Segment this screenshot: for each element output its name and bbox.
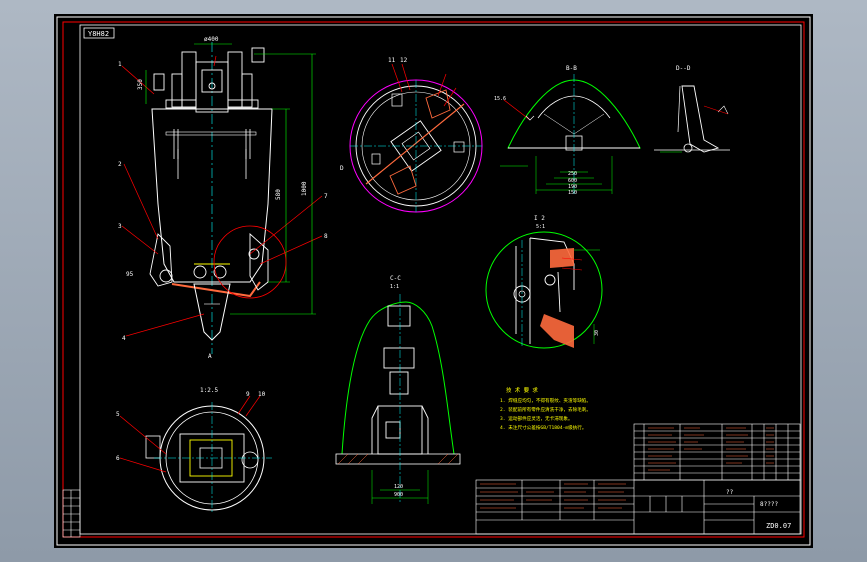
code-box-text: Y8H82 [88, 30, 109, 38]
note-3: 3. 运动部件应灵活，无卡滞现象。 [500, 415, 573, 422]
main-view: 1 2 3 4 7 8 580 1000 350 ø400 95 A [118, 36, 328, 360]
section-c-view: C-C 1:1 900 120 [335, 275, 461, 504]
cad-viewer: Y8H82 1 2 3 4 7 8 580 1000 350 ø400 95 A… [0, 0, 867, 562]
detail-view: I 2 5:1 30 [485, 215, 603, 349]
part-num-9: 9 [246, 391, 250, 398]
title-text: 8???? [760, 501, 778, 508]
section-b-view: B-B 250 600 190 150 15.6 [494, 65, 641, 196]
part-num-12: 12 [400, 57, 408, 64]
part-num-10: 10 [258, 391, 266, 398]
part-num-11: 11 [388, 57, 396, 64]
section-d-marker: D [340, 165, 344, 172]
section-b-label: B-B [566, 65, 577, 72]
detail-scale: 5:1 [536, 224, 545, 230]
top-view: 1:2.5 5 6 9 10 [116, 387, 272, 514]
dim-c-1: 900 [394, 492, 403, 498]
drawing-frame [62, 21, 805, 538]
drawing-sheet: Y8H82 1 2 3 4 7 8 580 1000 350 ø400 95 A… [54, 14, 813, 548]
drawing-number: ZD0.07 [766, 522, 791, 530]
detail-label: I 2 [534, 215, 545, 222]
part-num-8: 8 [324, 233, 328, 240]
revision-column [62, 489, 81, 538]
part-num-6: 6 [116, 455, 120, 462]
dim-main-1: 580 [275, 189, 282, 200]
dim-b-1: 250 [568, 171, 577, 177]
section-a-label: A [208, 353, 212, 360]
part-num-5: 5 [116, 411, 120, 418]
parts-list [633, 423, 801, 481]
dim-detail-1: 30 [594, 330, 600, 336]
dim-b-4: 150 [568, 190, 577, 196]
title-secondary: ?? [726, 489, 734, 496]
dim-main-3: 350 [137, 79, 144, 90]
note-1: 1. 焊缝应均匀，不得有裂纹、夹渣等缺陷。 [500, 397, 591, 404]
section-c-scale: 1:1 [390, 284, 399, 290]
section-d-label: D--D [676, 65, 691, 72]
section-c-label: C-C [390, 275, 401, 282]
dim-b-5: 15.6 [494, 96, 506, 102]
part-num-7: 7 [324, 193, 328, 200]
dim-main-2: 1000 [301, 181, 308, 196]
cad-drawing: Y8H82 1 2 3 4 7 8 580 1000 350 ø400 95 A… [56, 16, 811, 546]
dim-c-2: 120 [394, 484, 403, 490]
title-block [475, 479, 801, 535]
inner-frame [79, 24, 802, 535]
part-num-3: 3 [118, 223, 122, 230]
part-num-4: 4 [122, 335, 126, 342]
circular-section: 11 12 D [340, 57, 483, 213]
dim-main-4: ø400 [204, 36, 219, 43]
part-num-2: 2 [118, 161, 122, 168]
top-view-label: 1:2.5 [200, 387, 218, 394]
part-num-1: 1 [118, 61, 122, 68]
parts-list-fills [648, 427, 774, 471]
note-4: 4. 未注尺寸公差按GB/T1804-m级执行。 [500, 424, 587, 431]
section-d-view: D--D [654, 65, 730, 153]
note-2: 2. 装配前所有零件应清洗干净，去除毛刺。 [500, 406, 591, 413]
notes-title: 技 术 要 求 [506, 386, 538, 394]
technical-notes: 技 术 要 求 1. 焊缝应均匀，不得有裂纹、夹渣等缺陷。 2. 装配前所有零件… [500, 386, 591, 431]
dim-main-5: 95 [126, 271, 134, 278]
